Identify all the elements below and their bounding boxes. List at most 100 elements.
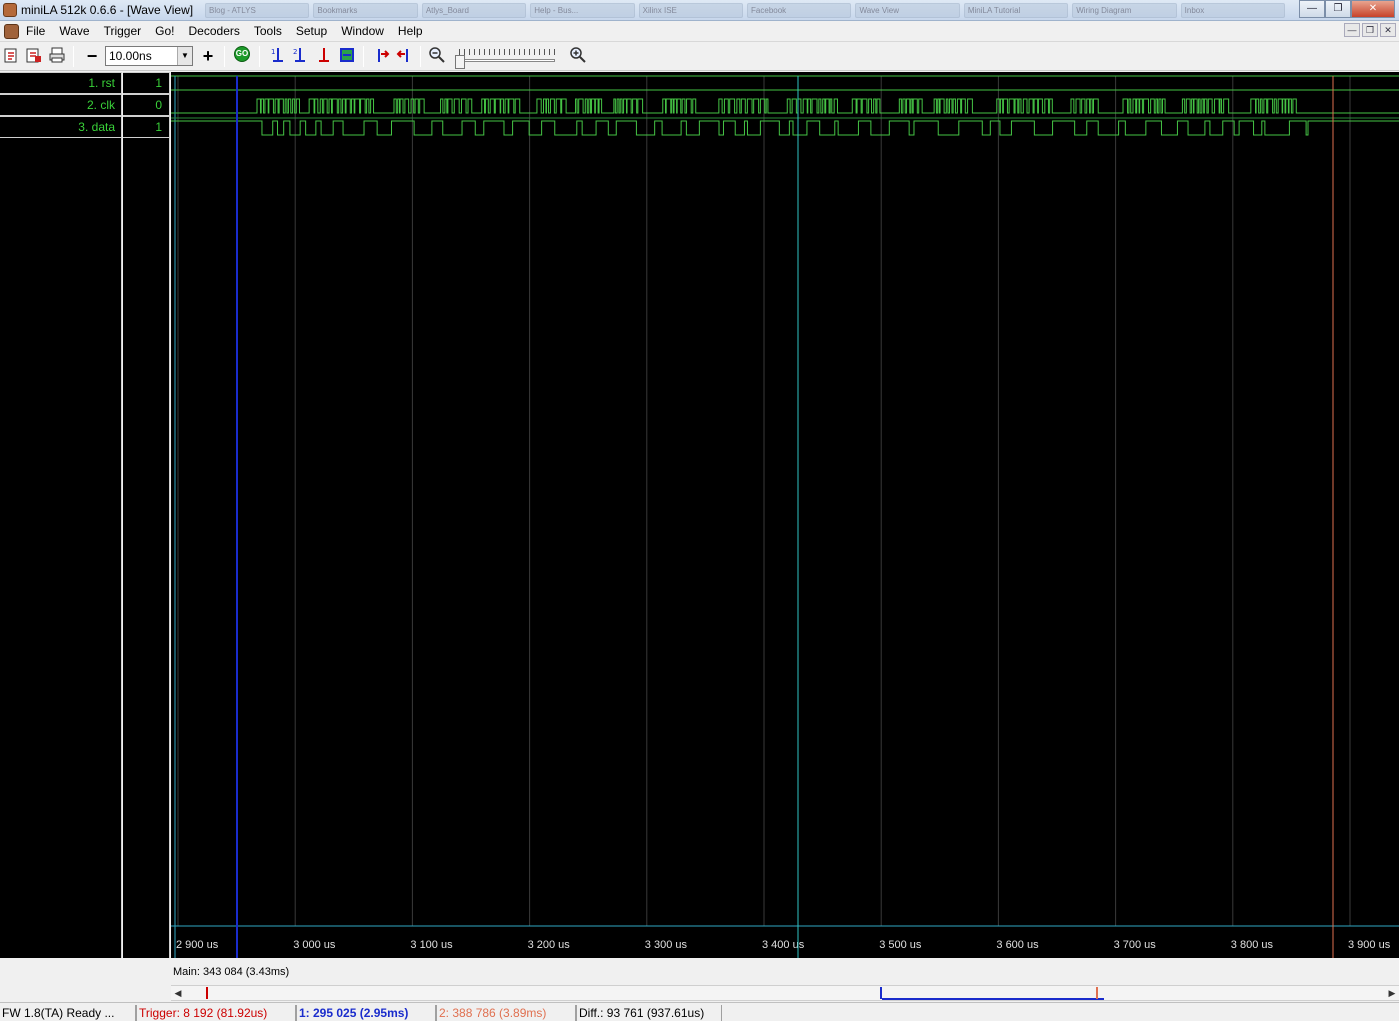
time-tick-label: 3 900 us [1348,939,1391,951]
task-item[interactable]: Facebook [747,3,852,18]
signal-value: 1 [155,120,162,134]
signal-names-panel: 1. rst 2. clk 3. data [0,72,122,958]
firmware-status: FW 1.8(TA) Ready ... [0,1005,136,1021]
child-window-icon[interactable] [4,24,19,39]
menu-help[interactable]: Help [398,24,430,38]
menu-tools[interactable]: Tools [254,24,289,38]
child-close-button[interactable]: ✕ [1380,23,1396,37]
menu-wave[interactable]: Wave [59,24,96,38]
menu-trigger[interactable]: Trigger [104,24,149,38]
open-icon[interactable] [2,46,22,66]
zoom-in-button[interactable]: + [198,46,218,66]
goto-cursor2-icon[interactable] [394,46,414,66]
trigger-status: Trigger: 8 192 (81.92us) [136,1005,296,1021]
task-item[interactable]: Xilinx ISE [638,3,744,18]
time-tick-label: 3 800 us [1231,939,1274,951]
menu-bar: File Wave Trigger Go! Decoders Tools Set… [0,21,1399,42]
zoom-slider[interactable] [455,47,558,71]
menu-setup[interactable]: Setup [296,24,334,38]
signal-values-panel: 1 0 1 [123,72,170,958]
child-restore-button[interactable]: ❐ [1362,23,1378,37]
menu-window[interactable]: Window [341,24,391,38]
horizontal-scrollbar[interactable]: ◀ ▶ [171,985,1399,1001]
time-tick-label: 3 500 us [879,939,922,951]
diff-status: Diff.: 93 761 (937.61us) [576,1005,722,1021]
task-item[interactable]: Wiring Diagram [1072,3,1177,18]
zoom-select[interactable]: 10.00ns ▼ [105,46,193,66]
signal-name-data[interactable]: 3. data [0,116,121,138]
close-button[interactable]: ✕ [1351,0,1395,18]
zoom-out-button[interactable]: − [82,46,102,66]
svg-text:1: 1 [271,48,275,56]
zoom-value: 10.00ns [109,49,152,63]
print-icon[interactable] [47,46,67,66]
time-tick-label: 3 100 us [410,939,453,951]
status-bar: FW 1.8(TA) Ready ... Trigger: 8 192 (81.… [0,1002,1399,1021]
child-window-controls: — ❐ ✕ [1344,23,1396,37]
time-tick-label: 3 000 us [293,939,336,951]
task-item[interactable]: Help - Bus... [530,3,635,18]
task-item[interactable]: Blog - ATLYS [205,3,310,18]
task-item[interactable]: Inbox [1180,3,1286,18]
toolbar-separator [420,46,421,67]
toolbar-separator [73,46,74,67]
minimize-button[interactable]: — [1299,0,1325,18]
toolbar: − 10.00ns ▼ + 1 2 [0,42,1399,71]
toolbar-separator [224,46,225,67]
scroll-right-icon[interactable]: ▶ [1385,986,1399,1000]
zoom-in-magnifier-icon[interactable] [568,46,588,66]
signal-name-label: 3. data [78,120,115,134]
trigger-cursor-icon[interactable] [314,46,334,66]
time-tick-label: 3 300 us [645,939,688,951]
signal-value-data: 1 [123,116,169,138]
background-taskbar-strip: Blog - ATLYS Bookmarks Atlys_Board Help … [205,3,1286,18]
scroll-thumb[interactable] [882,998,1104,1000]
menu-decoders[interactable]: Decoders [189,24,247,38]
task-item[interactable]: Bookmarks [313,3,418,18]
menu-go[interactable]: Go! [155,24,181,38]
slider-ticks [459,49,555,55]
zoom-out-magnifier-icon[interactable] [427,46,447,66]
chevron-down-icon[interactable]: ▼ [177,47,192,65]
slider-track [459,59,555,62]
child-minimize-button[interactable]: — [1344,23,1360,37]
waveform-canvas[interactable]: 2 900 us 3 000 us 3 100 us 3 200 us 3 300 us… [171,72,1399,958]
fit-view-icon[interactable] [337,46,357,66]
cursor2-status: 2: 388 786 (3.89ms) [436,1005,576,1021]
signal-value: 1 [155,76,162,90]
time-tick-label: 3 200 us [528,939,571,951]
app-icon [3,3,17,17]
waveform-area[interactable]: 2 900 us 3 000 us 3 100 us 3 200 us 3 300 us… [171,72,1399,958]
toolbar-separator [259,46,260,67]
signal-value: 0 [155,98,162,112]
signal-value-rst: 1 [123,72,169,94]
task-item[interactable]: Wave View [855,3,960,18]
signal-name-label: 1. rst [88,76,115,90]
signal-name-label: 2. clk [86,98,115,112]
trigger-marker [206,987,208,999]
cursor2-icon[interactable]: 2 [290,46,310,66]
window-controls: — ❐ ✕ [1299,0,1395,18]
goto-cursor1-icon[interactable] [372,46,392,66]
signal-name-clk[interactable]: 2. clk [0,94,121,116]
time-tick-label: 3 700 us [1114,939,1157,951]
signal-name-rst[interactable]: 1. rst [0,72,121,94]
window-title: miniLA 512k 0.6.6 - [Wave View] [21,3,194,17]
maximize-button[interactable]: ❐ [1325,0,1351,18]
slider-thumb[interactable] [455,55,465,69]
main-cursor-label: Main: 343 084 (3.43ms) [173,966,290,978]
signal-value-clk: 0 [123,94,169,116]
task-item[interactable]: MiniLA Tutorial [963,3,1069,18]
save-icon[interactable] [24,46,44,66]
clk-waveform [171,98,1399,114]
time-tick-label: 3 600 us [996,939,1039,951]
menu-file[interactable]: File [26,24,52,38]
scroll-left-icon[interactable]: ◀ [171,986,185,1000]
cursor1-status: 1: 295 025 (2.95ms) [296,1005,436,1021]
svg-text:2: 2 [293,48,297,56]
go-button[interactable]: GO [234,46,250,62]
title-bar: miniLA 512k 0.6.6 - [Wave View] Blog - A… [0,0,1399,21]
cursor2-marker [1096,987,1098,999]
cursor1-icon[interactable]: 1 [268,46,288,66]
task-item[interactable]: Atlys_Board [421,3,527,18]
